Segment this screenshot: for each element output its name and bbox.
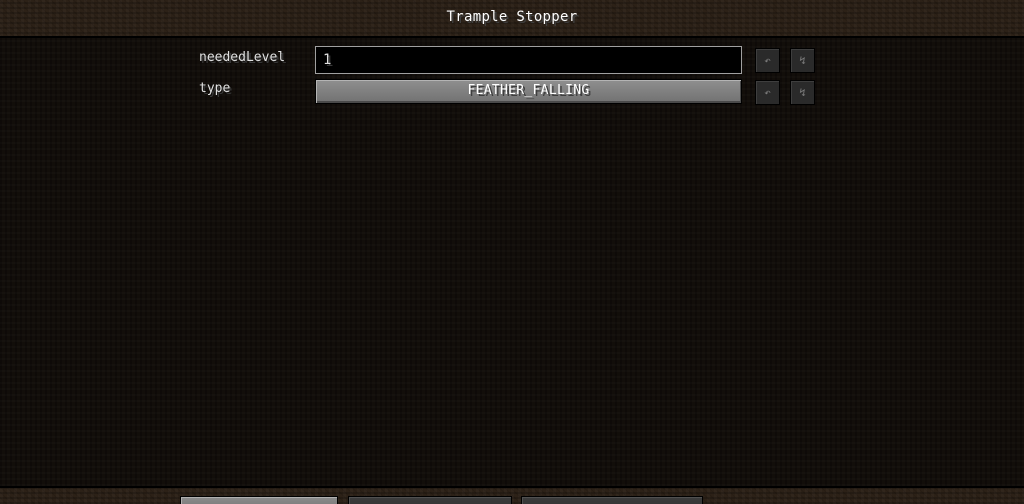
needed-level-undo-button[interactable]: ↶	[755, 48, 780, 73]
needed-level-label: neededLevel	[199, 50, 286, 65]
footer-button-1[interactable]	[180, 496, 338, 504]
reset-icon: ↯	[799, 54, 806, 67]
type-reset-button[interactable]: ↯	[790, 80, 815, 105]
needed-level-input[interactable]	[315, 46, 742, 74]
needed-level-reset-button[interactable]: ↯	[790, 48, 815, 73]
screen-title: Trample Stopper	[446, 9, 578, 25]
config-entry-list[interactable]: neededLevel ↶ ↯ type FEATHER_FALLING ↶ ↯	[0, 36, 1024, 488]
undo-icon: ↶	[764, 86, 771, 99]
title-bar: Trample Stopper	[0, 0, 1024, 36]
config-row-type: type FEATHER_FALLING ↶ ↯	[0, 78, 1024, 108]
reset-icon: ↯	[799, 86, 806, 99]
footer-button-2[interactable]	[348, 496, 512, 504]
type-cycle-button[interactable]: FEATHER_FALLING	[315, 79, 742, 104]
type-label: type	[199, 81, 231, 96]
footer-button-3[interactable]	[521, 496, 703, 504]
config-row-needed-level: neededLevel ↶ ↯	[0, 46, 1024, 76]
type-undo-button[interactable]: ↶	[755, 80, 780, 105]
config-screen: Trample Stopper neededLevel ↶ ↯ type FEA…	[0, 0, 1024, 504]
undo-icon: ↶	[764, 54, 771, 67]
footer-bar	[0, 488, 1024, 504]
